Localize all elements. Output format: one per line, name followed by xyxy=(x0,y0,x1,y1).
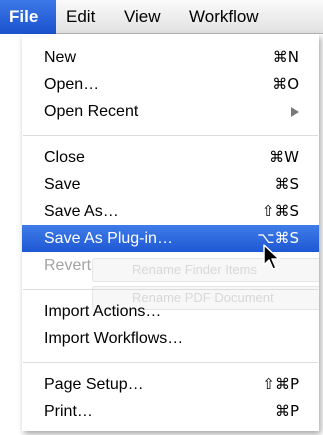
menu-file[interactable]: File xyxy=(0,0,56,34)
menu-item-import-workflows[interactable]: Import Workflows… xyxy=(22,325,319,352)
submenu-arrow-icon xyxy=(291,107,299,117)
menu-item-label: Open Recent xyxy=(44,103,139,120)
menu-item-label: Save As Plug-in… xyxy=(44,230,173,247)
menu-separator xyxy=(23,135,318,136)
menu-separator xyxy=(23,362,318,363)
file-menu-dropdown: Rename Finder Items Rename PDF Document … xyxy=(22,34,319,431)
menu-bar: File Edit View Workflow xyxy=(0,0,323,34)
menu-item-close[interactable]: Close ⌘W xyxy=(22,144,319,171)
menu-workflow[interactable]: Workflow xyxy=(180,0,268,34)
menu-item-label: Import Workflows… xyxy=(44,330,184,347)
menu-item-print[interactable]: Print… ⌘P xyxy=(22,398,319,425)
shortcut-label: ⌘N xyxy=(272,48,299,66)
menu-item-open-recent[interactable]: Open Recent xyxy=(22,98,319,125)
menu-item-label: Revert xyxy=(44,257,92,274)
menu-item-page-setup[interactable]: Page Setup… ⇧⌘P xyxy=(22,371,319,398)
menu-item-label: Close xyxy=(44,149,85,166)
menu-item-open[interactable]: Open… ⌘O xyxy=(22,71,319,98)
shortcut-label: ⌘O xyxy=(272,75,299,93)
mouse-cursor-icon xyxy=(263,244,280,270)
menu-edit[interactable]: Edit xyxy=(57,0,104,34)
menu-item-save-as[interactable]: Save As… ⇧⌘S xyxy=(22,198,319,225)
shortcut-label: ⌘P xyxy=(274,402,299,420)
menu-item-label: Print… xyxy=(44,403,93,420)
menu-item-import-actions[interactable]: Import Actions… xyxy=(22,298,319,325)
menu-item-label: New xyxy=(44,49,77,66)
menu-item-label: Save As… xyxy=(44,203,119,220)
shortcut-label: ⌘S xyxy=(274,175,299,193)
shortcut-label: ⇧⌘P xyxy=(262,375,299,393)
menu-item-new[interactable]: New ⌘N xyxy=(22,44,319,71)
menu-separator xyxy=(23,289,318,290)
menu-item-label: Page Setup… xyxy=(44,376,144,393)
menu-item-save[interactable]: Save ⌘S xyxy=(22,171,319,198)
menu-item-label: Save xyxy=(44,176,81,193)
shortcut-label: ⌘W xyxy=(269,148,299,166)
shortcut-label: ⇧⌘S xyxy=(261,202,299,220)
menu-item-label: Import Actions… xyxy=(44,303,162,320)
menu-view[interactable]: View xyxy=(115,0,170,34)
menu-item-label: Open… xyxy=(44,76,100,93)
